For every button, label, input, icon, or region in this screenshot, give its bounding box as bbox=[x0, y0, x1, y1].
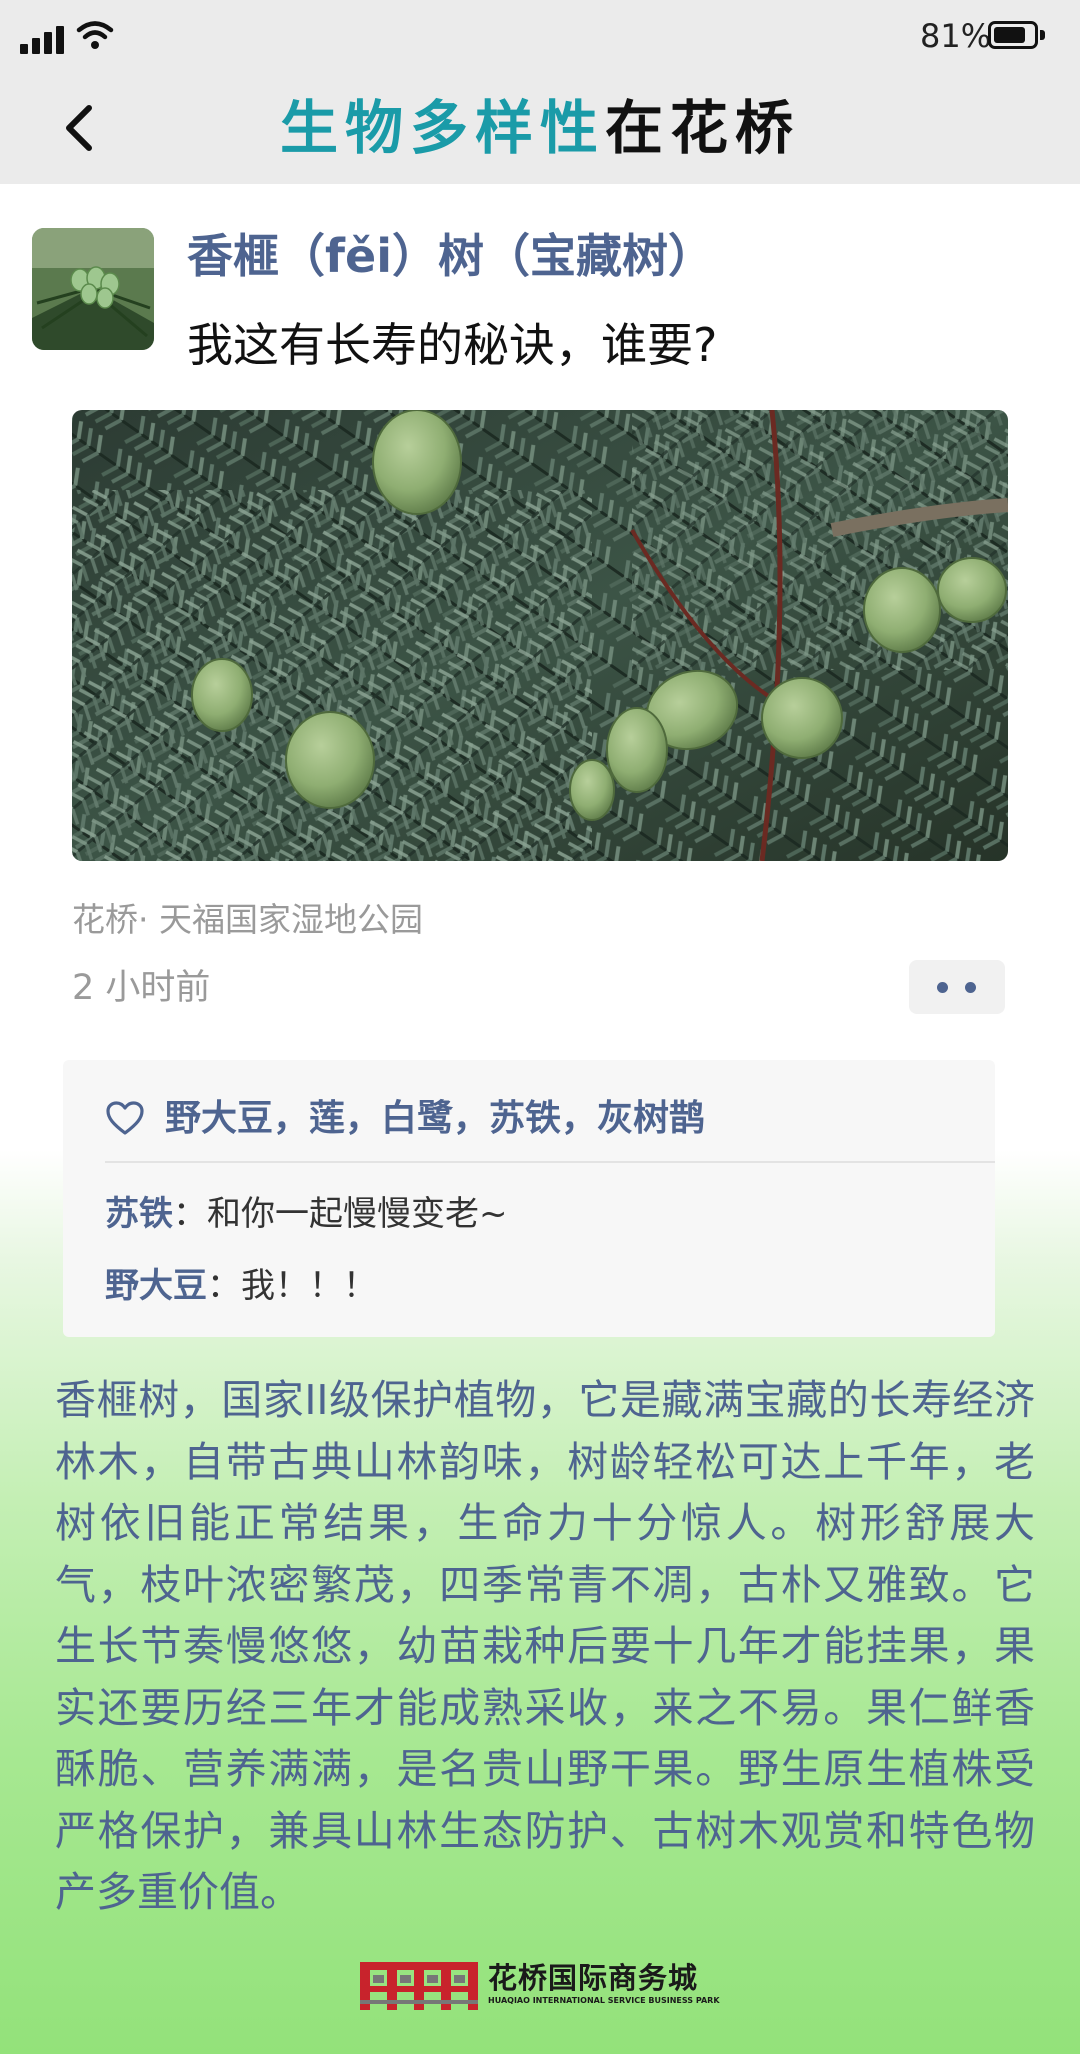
comment-author[interactable]: 野大豆 bbox=[105, 1266, 207, 1306]
page-title-rest: 在花桥 bbox=[605, 94, 801, 162]
more-options-button[interactable] bbox=[909, 960, 1005, 1014]
comment-separator: ： bbox=[173, 1194, 207, 1234]
post-time: 2 小时前 bbox=[72, 968, 211, 1008]
logo-mark bbox=[360, 1962, 478, 2010]
status-bar: 81% bbox=[0, 0, 1080, 72]
post-photo[interactable] bbox=[72, 410, 1008, 861]
comment[interactable]: 苏铁：和你一起慢慢变老~ bbox=[105, 1190, 508, 1238]
heart-icon[interactable] bbox=[105, 1100, 145, 1136]
comment-text: 和你一起慢慢变老~ bbox=[207, 1194, 508, 1234]
divider bbox=[105, 1161, 995, 1163]
likes-comments-panel: 野大豆，莲，白鹭，苏铁，灰树鹊 苏铁：和你一起慢慢变老~ 野大豆：我！！！ bbox=[63, 1060, 995, 1337]
signal-icon bbox=[20, 26, 68, 54]
footer-org-name-en: HUAQIAO INTERNATIONAL SERVICE BUSINESS P… bbox=[488, 1996, 720, 2005]
comment-text: 我！！！ bbox=[241, 1266, 377, 1306]
dot-icon bbox=[965, 982, 976, 993]
likes-list[interactable]: 野大豆，莲，白鹭，苏铁，灰树鹊 bbox=[165, 1094, 705, 1144]
battery-percent: 81% bbox=[920, 17, 992, 55]
comment[interactable]: 野大豆：我！！！ bbox=[105, 1262, 377, 1310]
wifi-icon bbox=[76, 21, 114, 49]
footer-org-name: 花桥国际商务城 bbox=[488, 1961, 699, 1995]
post-location[interactable]: 花桥· 天福国家湿地公园 bbox=[72, 898, 423, 942]
battery-icon bbox=[988, 21, 1046, 51]
description-text: 香榧树，国家II级保护植物，它是藏满宝藏的长寿经济林木，自带古典山林韵味，树龄轻… bbox=[55, 1376, 1035, 1916]
page-title: 生物多样性在花桥 bbox=[0, 72, 1080, 184]
avatar[interactable] bbox=[32, 228, 154, 350]
post-text: 我这有长寿的秘诀，谁要? bbox=[187, 318, 718, 372]
battery-level-fill bbox=[994, 27, 1025, 43]
footer-logo: 花桥国际商务城 HUAQIAO INTERNATIONAL SERVICE BU… bbox=[360, 1961, 720, 2012]
comment-author[interactable]: 苏铁 bbox=[105, 1194, 173, 1234]
dot-icon bbox=[937, 982, 948, 993]
header: 生物多样性在花桥 bbox=[0, 72, 1080, 184]
page-title-accent: 生物多样性 bbox=[279, 94, 605, 162]
comment-separator: ： bbox=[207, 1266, 241, 1306]
post-author-name[interactable]: 香榧（fěi）树（宝藏树） bbox=[187, 226, 714, 286]
